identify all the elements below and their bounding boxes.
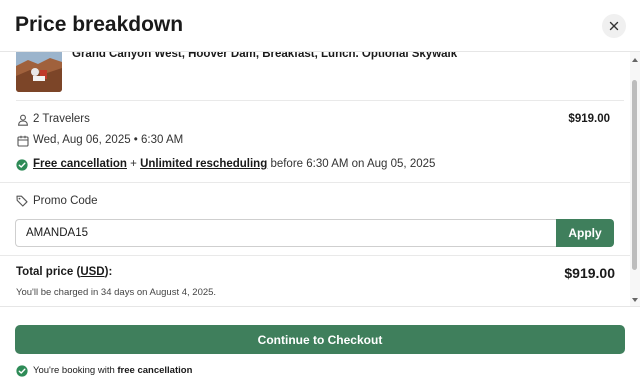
modal-footer: Continue to Checkout You're booking with… bbox=[0, 306, 640, 392]
scrollbar[interactable] bbox=[630, 52, 640, 306]
calendar-icon bbox=[17, 135, 29, 147]
cancellation-policy: Free cancellation + Unlimited rescheduli… bbox=[33, 158, 435, 170]
tour-thumbnail bbox=[16, 52, 62, 92]
total-price-label: Total price (USD): bbox=[16, 266, 113, 278]
scroll-thumb[interactable] bbox=[632, 80, 637, 270]
currency-link[interactable]: USD bbox=[80, 266, 104, 278]
divider bbox=[0, 182, 630, 183]
apply-promo-button[interactable]: Apply bbox=[556, 219, 614, 247]
scroll-up-arrow[interactable] bbox=[632, 58, 638, 62]
divider bbox=[0, 255, 630, 256]
promo-code-label: Promo Code bbox=[33, 195, 98, 207]
plus-separator: + bbox=[126, 158, 141, 170]
close-button[interactable] bbox=[602, 14, 626, 38]
tour-date-time: Wed, Aug 06, 2025 • 6:30 AM bbox=[33, 134, 184, 146]
promo-code-input[interactable] bbox=[15, 219, 557, 247]
travelers-price: $919.00 bbox=[568, 113, 610, 125]
cancellation-deadline: before 6:30 AM on Aug 05, 2025 bbox=[267, 158, 436, 170]
close-icon bbox=[609, 21, 619, 31]
scroll-down-arrow[interactable] bbox=[632, 298, 638, 302]
breakdown-scroll-area[interactable]: Grand Canyon West, Hoover Dam, Breakfast… bbox=[0, 52, 630, 306]
person-icon bbox=[18, 114, 28, 126]
page-title: Price breakdown bbox=[15, 13, 184, 36]
continue-to-checkout-button[interactable]: Continue to Checkout bbox=[15, 325, 625, 354]
free-cancellation-link[interactable]: Free cancellation bbox=[33, 158, 127, 170]
travelers-count: 2 Travelers bbox=[33, 113, 90, 125]
charge-date-note: You'll be charged in 34 days on August 4… bbox=[16, 287, 217, 298]
check-circle-icon bbox=[16, 159, 28, 171]
unlimited-rescheduling-link[interactable]: Unlimited rescheduling bbox=[140, 158, 267, 170]
tag-icon bbox=[16, 195, 28, 207]
booking-cancellation-note: You're booking with free cancellation bbox=[33, 365, 193, 376]
modal-header: Price breakdown bbox=[0, 0, 640, 52]
total-price-amount: $919.00 bbox=[564, 265, 615, 281]
tour-name: Grand Canyon West, Hoover Dam, Breakfast… bbox=[72, 52, 458, 60]
check-circle-icon bbox=[16, 365, 28, 377]
divider bbox=[16, 100, 624, 101]
